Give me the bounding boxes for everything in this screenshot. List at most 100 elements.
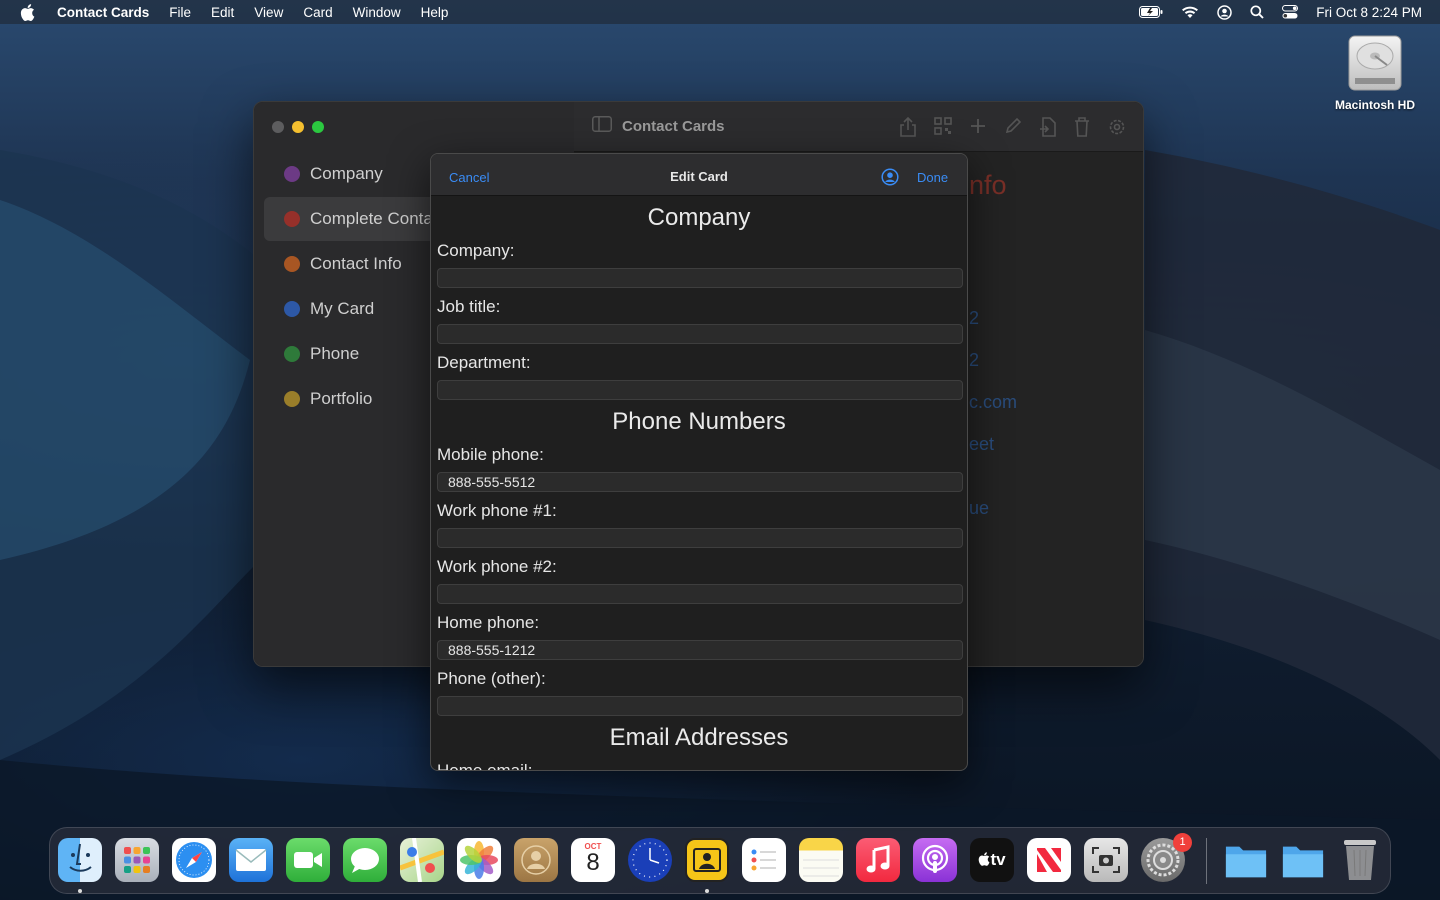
mail-icon[interactable] <box>229 838 273 882</box>
sidebar-item-label: Complete Conta <box>310 209 433 228</box>
safari-icon[interactable] <box>172 838 216 882</box>
mobile-phone-label: Mobile phone: <box>437 445 544 464</box>
folder-icon[interactable] <box>1224 838 1268 882</box>
menu-clock[interactable]: Fri Oct 8 2:24 PM <box>1316 5 1422 20</box>
settings-gear-icon[interactable] <box>1107 117 1127 142</box>
detail-line-fragment: c.com <box>969 392 1018 412</box>
close-window-button[interactable] <box>272 121 284 133</box>
work-phone-2-label: Work phone #2: <box>437 557 557 576</box>
messages-icon[interactable] <box>343 838 387 882</box>
phone-other-field[interactable] <box>437 696 963 716</box>
color-dot-icon <box>284 211 300 227</box>
battery-icon[interactable] <box>1139 6 1163 18</box>
color-dot-icon <box>284 256 300 272</box>
tv-text: tv <box>990 850 1006 869</box>
window-title: Contact Cards <box>622 118 725 135</box>
reminders-icon[interactable] <box>742 838 786 882</box>
sidebar-item-label: Portfolio <box>310 389 373 408</box>
spotlight-search-icon[interactable] <box>1250 5 1264 19</box>
home-phone-label: Home phone: <box>437 613 540 632</box>
menu-file[interactable]: File <box>169 5 191 20</box>
work-phone-1-field[interactable] <box>437 528 963 548</box>
detail-line-fragment: 2 <box>969 308 980 328</box>
detail-line-fragment: ue <box>969 498 990 518</box>
tv-label: tv <box>978 850 1006 870</box>
notes-icon[interactable] <box>799 838 843 882</box>
detail-line-fragment: 2 <box>969 350 980 370</box>
color-dot-icon <box>284 166 300 182</box>
trash-bin-icon[interactable] <box>1338 838 1382 882</box>
qr-code-icon[interactable] <box>934 117 952 142</box>
department-label: Department: <box>437 353 531 372</box>
desktop-macintosh-hd[interactable]: Macintosh HD <box>1330 34 1420 112</box>
detail-line-fragment: eet <box>969 434 995 454</box>
menu-window[interactable]: Window <box>353 5 401 20</box>
finder-icon[interactable] <box>58 838 102 882</box>
detail-title-fragment: nfo <box>969 170 1007 200</box>
menu-app-name[interactable]: Contact Cards <box>57 5 149 20</box>
calendar-icon[interactable]: OCT 8 <box>571 838 615 882</box>
department-field[interactable] <box>437 380 963 400</box>
sidebar-item-label: Contact Info <box>310 254 402 273</box>
minimize-window-button[interactable] <box>292 121 304 133</box>
share-icon[interactable] <box>899 116 917 142</box>
contact-cards-icon[interactable] <box>685 838 729 882</box>
mobile-phone-field[interactable]: 888-555-5512 <box>437 472 963 492</box>
screenshot-icon[interactable] <box>1084 838 1128 882</box>
calendar-day: 8 <box>586 849 600 876</box>
person-circle-icon[interactable] <box>881 168 899 191</box>
sheet-header: Cancel Edit Card Done <box>431 154 967 196</box>
color-dot-icon <box>284 391 300 407</box>
window-controls <box>272 121 324 133</box>
apple-tv-icon[interactable]: tv <box>970 838 1014 882</box>
music-icon[interactable] <box>856 838 900 882</box>
apple-menu-icon[interactable] <box>20 3 36 21</box>
dock-separator <box>1206 838 1207 884</box>
world-clock-icon[interactable] <box>628 838 672 882</box>
home-email-label: Home email: <box>437 761 533 771</box>
menu-bar: Contact Cards File Edit View Card Window… <box>0 0 1440 24</box>
menu-edit[interactable]: Edit <box>211 5 234 20</box>
maps-icon[interactable] <box>400 838 444 882</box>
sidebar-toggle-icon[interactable] <box>592 116 612 137</box>
window-toolbar: Contact Cards <box>574 102 1143 152</box>
work-phone-2-field[interactable] <box>437 584 963 604</box>
sidebar-item-label: Company <box>310 164 383 183</box>
home-phone-field[interactable]: 888-555-1212 <box>437 640 963 660</box>
company-label: Company: <box>437 241 515 260</box>
job-title-field[interactable] <box>437 324 963 344</box>
news-icon[interactable] <box>1027 838 1071 882</box>
add-icon[interactable] <box>969 117 987 142</box>
control-center-icon[interactable] <box>1282 5 1299 19</box>
sidebar-item-label: My Card <box>310 299 375 318</box>
downloads-folder-icon[interactable] <box>1281 838 1325 882</box>
menu-view[interactable]: View <box>254 5 283 20</box>
work-phone-1-label: Work phone #1: <box>437 501 557 520</box>
edit-pencil-icon[interactable] <box>1004 117 1022 142</box>
sidebar-item-label: Phone <box>310 344 360 363</box>
hard-drive-icon <box>1348 35 1402 91</box>
zoom-window-button[interactable] <box>312 121 324 133</box>
user-account-icon[interactable] <box>1217 4 1232 20</box>
company-field[interactable] <box>437 268 963 288</box>
color-dot-icon <box>284 346 300 362</box>
contacts-icon[interactable] <box>514 838 558 882</box>
menu-help[interactable]: Help <box>421 5 449 20</box>
dock: OCT 8 tv 1 <box>49 827 1391 894</box>
job-title-label: Job title: <box>437 297 501 316</box>
contact-cards-running-indicator <box>705 889 709 893</box>
facetime-icon[interactable] <box>286 838 330 882</box>
color-dot-icon <box>284 301 300 317</box>
menu-card[interactable]: Card <box>303 5 332 20</box>
trash-icon[interactable] <box>1074 117 1090 142</box>
done-button[interactable]: Done <box>917 170 948 185</box>
finder-running-indicator <box>78 889 82 893</box>
wifi-icon[interactable] <box>1181 6 1199 19</box>
launchpad-icon[interactable] <box>115 838 159 882</box>
export-document-icon[interactable] <box>1039 117 1057 142</box>
edit-card-sheet: Cancel Edit Card Done Company Company: J… <box>430 153 968 771</box>
section-title-phone-numbers: Phone Numbers <box>612 408 786 435</box>
section-title-email-addresses: Email Addresses <box>609 724 789 751</box>
photos-icon[interactable] <box>457 838 501 882</box>
podcasts-icon[interactable] <box>913 838 957 882</box>
